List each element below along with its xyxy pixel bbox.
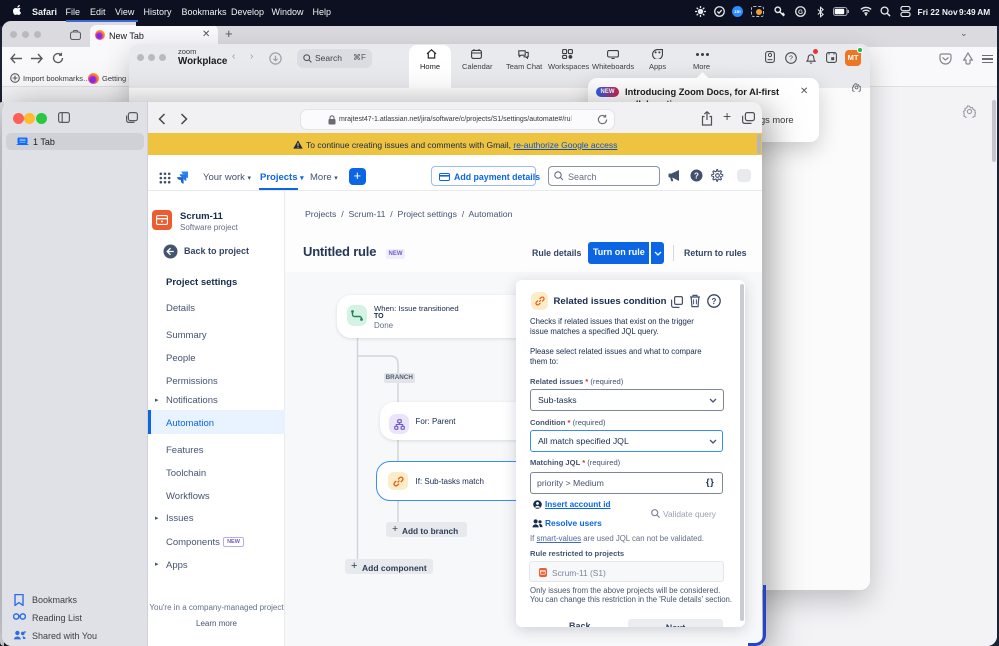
svg-text:G: G [798, 9, 803, 16]
svg-text:?: ? [789, 55, 793, 62]
svg-text:?: ? [712, 297, 717, 306]
svg-text:?: ? [694, 171, 699, 180]
